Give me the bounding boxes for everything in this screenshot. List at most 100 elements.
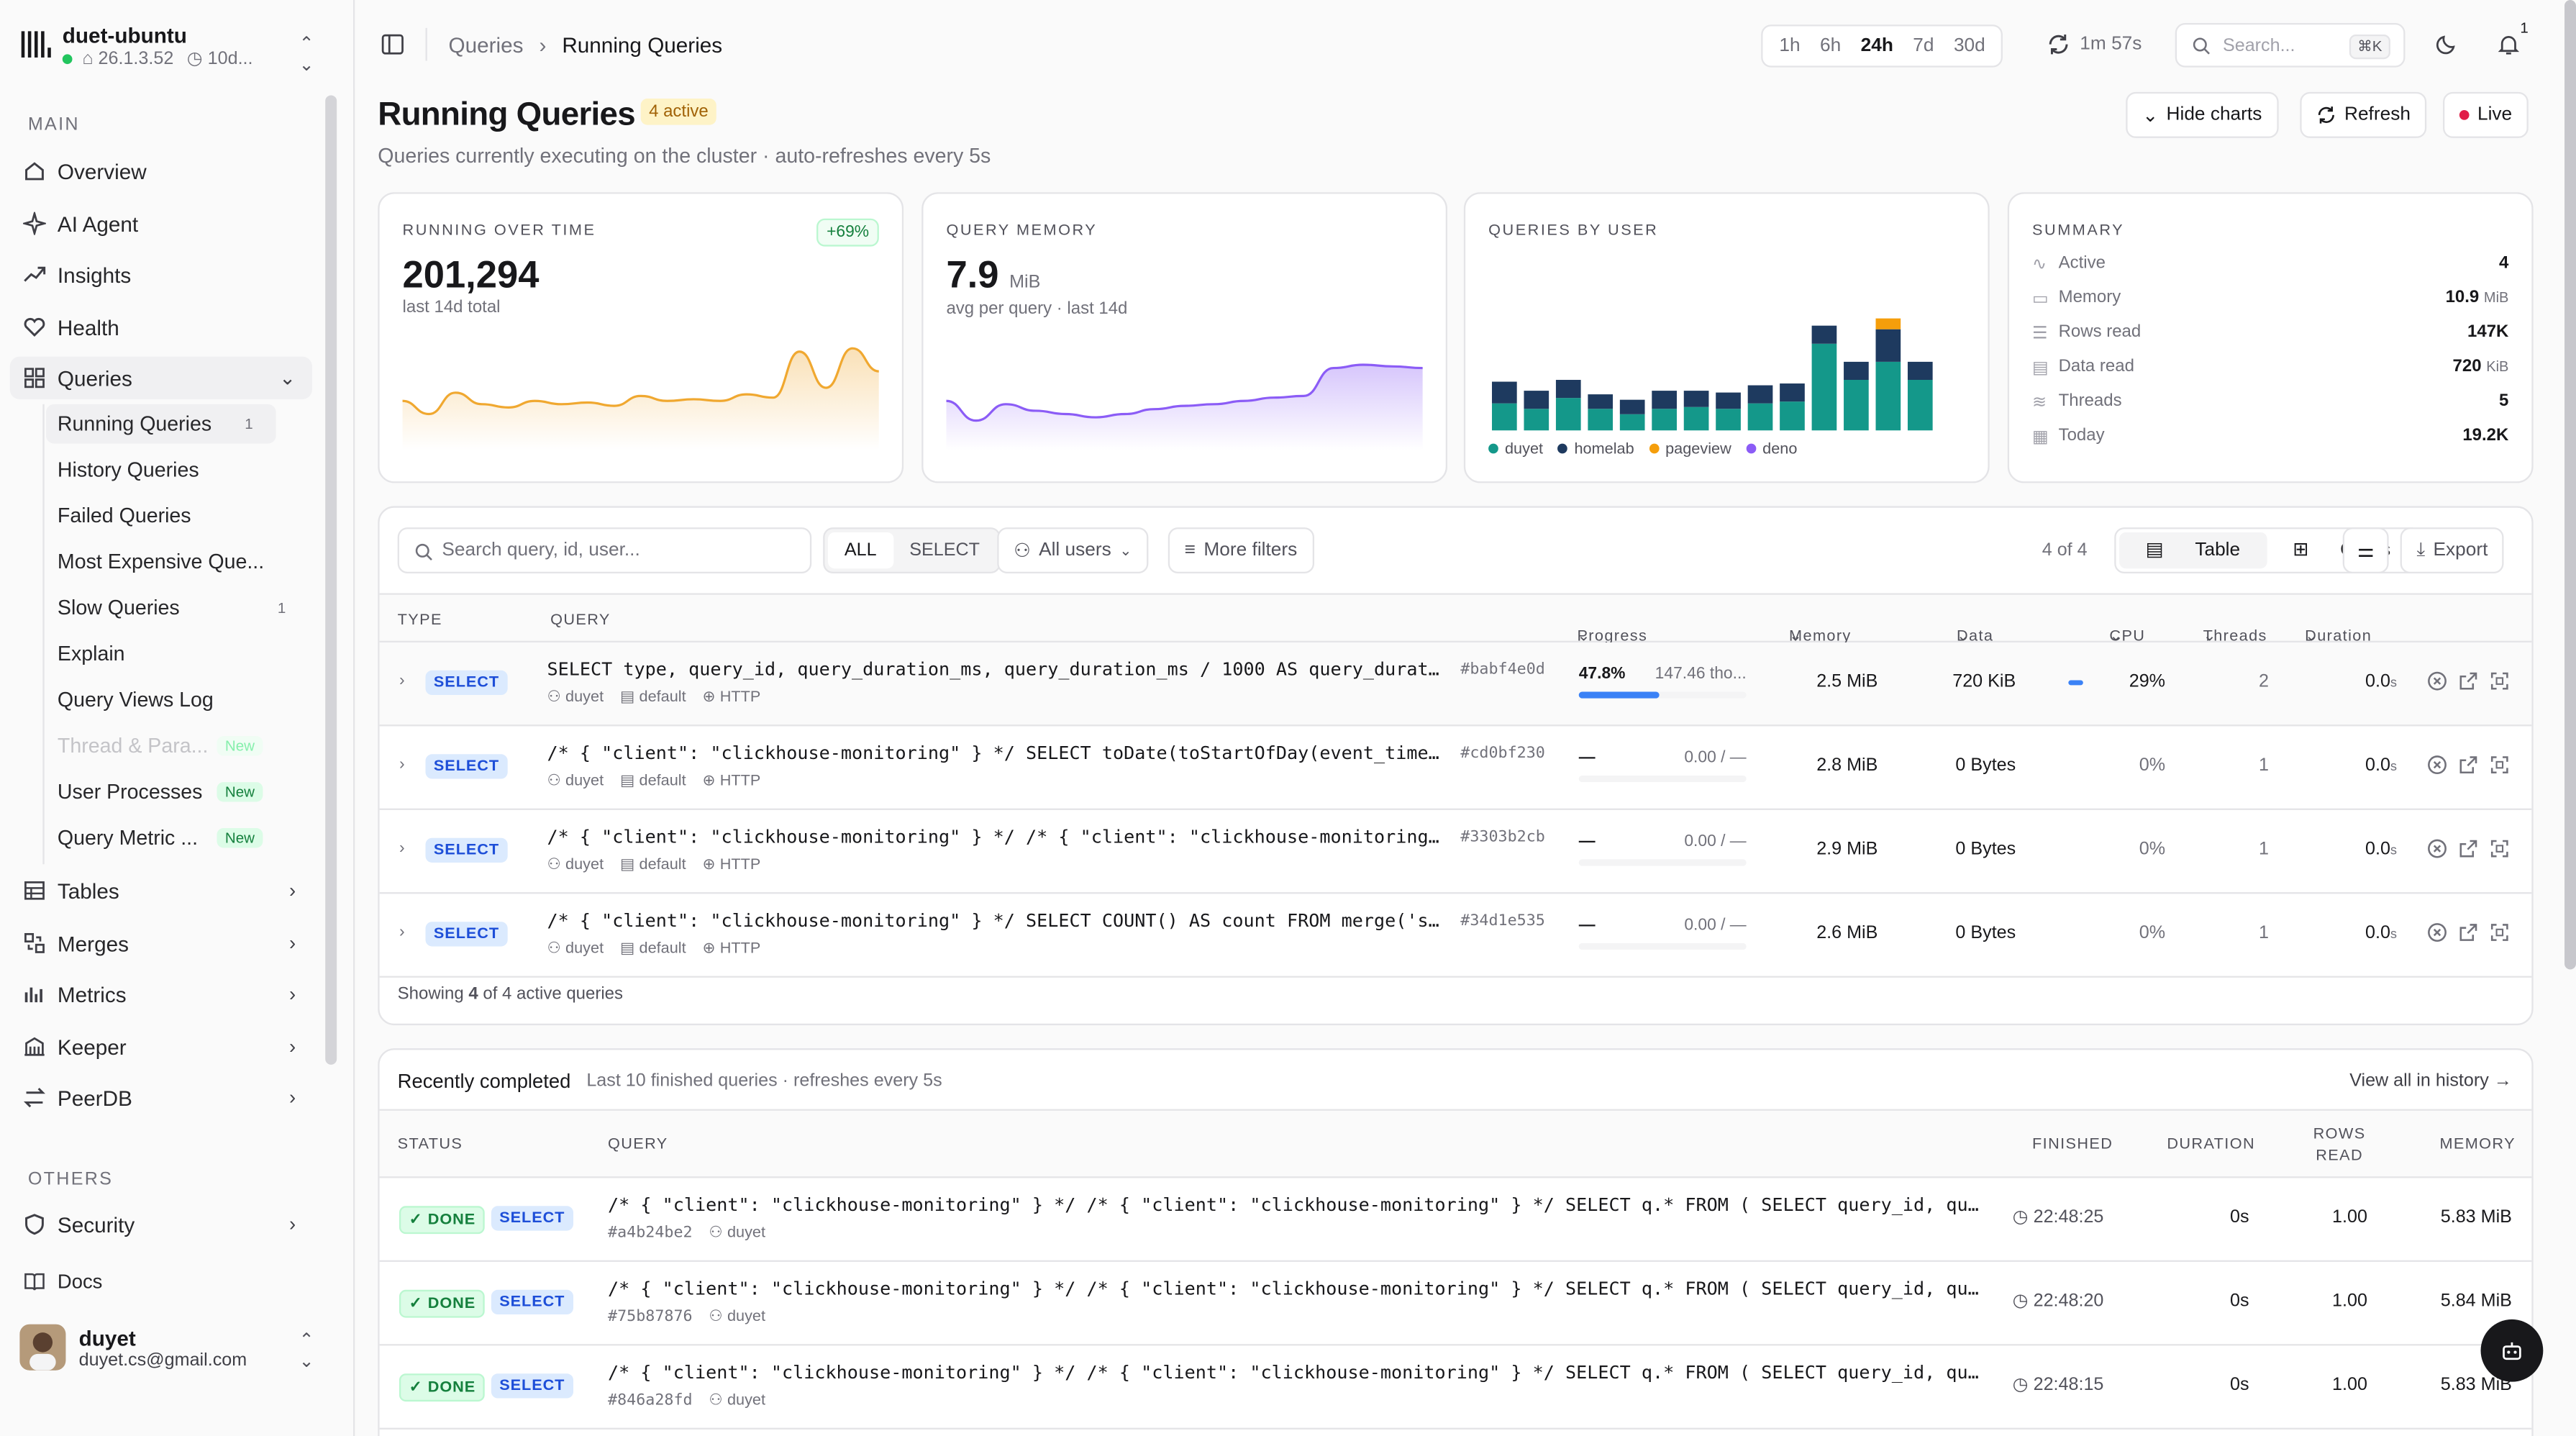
external-link-icon[interactable] [2458,922,2480,943]
range-1h[interactable]: 1h [1770,36,1811,55]
table-row[interactable]: › SELECT /* { "client": "clickhouse-moni… [379,726,2532,810]
sidebar-item-health[interactable]: Health [10,306,312,348]
table-row[interactable]: ✓ DONE SELECT /* { "client": "clickhouse… [379,1262,2532,1346]
sidebar-subitem-failed-queries[interactable]: Failed Queries [46,496,276,536]
table-row[interactable]: › SELECT SELECT type, query_id, query_du… [379,642,2532,727]
expand-icon[interactable] [2489,838,2511,860]
column-type[interactable]: TYPE [398,612,442,630]
external-link-icon[interactable] [2458,838,2480,860]
auto-refresh-timer[interactable]: 1m 57s [2047,33,2142,56]
sidebar-item-docs[interactable]: Docs [10,1260,312,1303]
breadcrumb-parent[interactable]: Queries [448,33,523,58]
view-cards-button[interactable]: ⊞ Cards [2267,532,2417,568]
chevron-right-icon[interactable]: › [399,756,405,774]
kill-query-icon[interactable] [2426,754,2448,776]
table-row[interactable]: › SELECT /* { "client": "clickhouse-moni… [379,894,2532,978]
query-hash[interactable]: #cd0bf230 [1460,745,1545,763]
external-link-icon[interactable] [2458,671,2480,692]
range-30d[interactable]: 30d [1944,36,1995,55]
query-hash[interactable]: #babf4e0d [1460,660,1545,678]
card-note: avg per query · last 14d [946,299,1128,319]
sidebar-subitem-running-queries[interactable]: Running Queries 1 [45,404,276,444]
subitem-label: Failed Queries [57,504,191,528]
sidebar-item-keeper[interactable]: Keeper › [10,1025,312,1068]
sidebar-item-queries[interactable]: Queries ⌄ [9,356,312,399]
sidebar-item-overview[interactable]: Overview [10,150,312,192]
expand-icon[interactable] [2489,671,2511,692]
sidebar-subitem-history-queries[interactable]: History Queries [46,450,276,490]
sidebar-item-merges[interactable]: Merges › [10,922,312,964]
column-rows-read[interactable]: ROWS READ [2311,1124,2367,1166]
chevron-right-icon[interactable]: › [399,672,405,690]
moon-icon[interactable] [2435,33,2458,56]
global-search[interactable]: Search... ⌘K [2175,22,2406,68]
user-email: duyet.cs@gmail.com [78,1350,247,1371]
more-filters-button[interactable]: ≡ More filters [1168,527,1314,574]
sidebar-item-tables[interactable]: Tables › [10,869,312,912]
sidebar-subitem-explain[interactable]: Explain [46,635,276,674]
bell-icon[interactable] [2497,33,2520,56]
sidebar-item-peerdb[interactable]: PeerDB › [10,1076,312,1119]
table-header: STATUS QUERY FINISHED DURATION ROWS READ… [379,1109,2532,1178]
filter-all[interactable]: ALL [828,532,893,569]
chevron-right-icon[interactable]: › [399,923,405,941]
sidebar-item-metrics[interactable]: Metrics › [10,973,312,1015]
bar-segment-duyet [1716,409,1741,431]
range-24h[interactable]: 24h [1851,36,1903,55]
filter-select[interactable]: SELECT [893,532,996,568]
range-7d[interactable]: 7d [1903,36,1944,55]
user-label: duyet [727,1224,766,1242]
column-duration[interactable]: DURATION [2167,1135,2255,1153]
sidebar-toggle-icon[interactable] [381,33,404,56]
sidebar-subitem-user-processes[interactable]: User Processes New [46,772,276,812]
sidebar-subitem-query-metric[interactable]: Query Metric ... New [46,818,276,858]
query-hash[interactable]: #a4b24be2 [608,1224,693,1242]
duration-value: 0.0 [2365,672,2390,692]
query-hash[interactable]: #75b87876 [608,1308,693,1326]
expand-icon[interactable] [2489,922,2511,943]
column-query[interactable]: QUERY [608,1135,668,1153]
chevron-right-icon[interactable]: › [399,840,405,858]
summary-value: 720 KiB [2453,357,2509,376]
sidebar-item-security[interactable]: Security › [10,1203,312,1245]
query-hash[interactable]: #3303b2cb [1460,828,1545,846]
table-row[interactable]: ✓ DONE SELECT /* { "client": "clickhouse… [379,1178,2532,1262]
table-row[interactable]: ✓ DONE SELECT /* { "client": "clickhouse… [379,1345,2532,1430]
kill-query-icon[interactable] [2426,922,2448,943]
query-hash[interactable]: #34d1e535 [1460,912,1545,930]
refresh-icon [2318,106,2334,124]
range-6h[interactable]: 6h [1810,36,1851,55]
column-status[interactable]: STATUS [398,1135,463,1153]
view-table-button[interactable]: ▤ Table [2119,532,2267,569]
ai-assistant-button[interactable] [2480,1319,2544,1382]
hide-charts-button[interactable]: ⌄ Hide charts [2126,91,2279,138]
status-dot-icon [62,54,73,65]
sidebar-subitem-query-views-log[interactable]: Query Views Log [46,680,276,719]
kill-query-icon[interactable] [2426,671,2448,692]
user-menu[interactable]: duyet duyet.cs@gmail.com ⌃ ⌄ [19,1321,332,1377]
column-query[interactable]: QUERY [550,612,611,630]
sidebar-scrollbar[interactable] [325,95,337,1065]
cluster-switcher[interactable]: duet-ubuntu ⌂ 26.1.3.52 ◷ 10d... ⌃ ⌄ [19,19,332,76]
export-button[interactable]: ⤓ Export [2400,527,2505,574]
sidebar-item-ai-agent[interactable]: AI Agent [10,202,312,245]
sidebar-subitem-slow-queries[interactable]: Slow Queries 1 [46,589,309,628]
users-filter-dropdown[interactable]: ⚇ All users ⌄ [997,527,1149,574]
column-settings-button[interactable]: ⚌ [2342,527,2389,574]
query-text: SELECT type, query_id, query_duration_ms… [547,658,1448,681]
external-link-icon[interactable] [2458,754,2480,776]
column-finished[interactable]: FINISHED [2032,1135,2113,1153]
page-scrollbar[interactable] [2564,0,2576,970]
sidebar-subitem-most-expensive[interactable]: Most Expensive Que... [46,542,325,582]
table-row[interactable]: › SELECT /* { "client": "clickhouse-moni… [379,810,2532,894]
query-search-input[interactable]: Search query, id, user... [397,527,812,574]
query-hash[interactable]: #846a28fd [608,1391,693,1409]
column-memory[interactable]: MEMORY [2439,1135,2515,1153]
sidebar-subitem-thread-parallelism[interactable]: Thread & Para... New [46,726,276,765]
view-history-link[interactable]: View all in history → [2349,1071,2512,1091]
live-toggle-button[interactable]: Live [2443,91,2529,138]
kill-query-icon[interactable] [2426,838,2448,860]
refresh-button[interactable]: Refresh [2300,91,2427,138]
sidebar-item-insights[interactable]: Insights [10,253,312,296]
expand-icon[interactable] [2489,754,2511,776]
